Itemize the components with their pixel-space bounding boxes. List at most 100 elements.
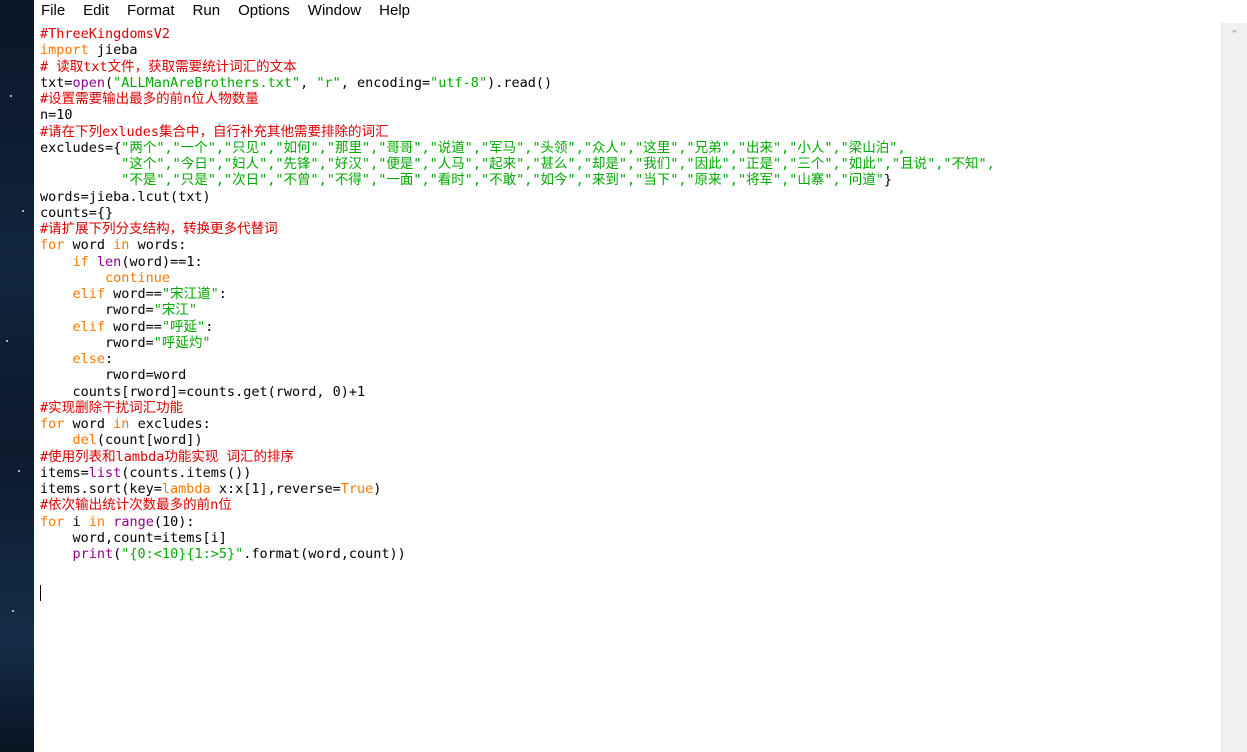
code-token: #ThreeKingdomsV2	[40, 26, 171, 42]
code-token: in	[113, 237, 130, 254]
menu-help[interactable]: Help	[370, 0, 419, 22]
code-token: }	[883, 172, 893, 189]
code-line[interactable]: rword="呼延灼"	[40, 335, 995, 351]
code-line[interactable]: import jieba	[40, 42, 995, 58]
code-line[interactable]: #请在下列exludes集合中，自行补充其他需要排除的词汇	[40, 124, 995, 140]
code-token: ).read()	[487, 74, 553, 91]
code-line[interactable]: else:	[40, 351, 995, 367]
code-line[interactable]: if len(word)==1:	[40, 254, 995, 270]
code-token: rword=	[40, 302, 154, 319]
code-token: "宋江"	[153, 302, 198, 319]
menu-format[interactable]: Format	[118, 0, 184, 22]
code-line[interactable]: counts={}	[40, 205, 995, 221]
code-token: range	[113, 513, 154, 530]
code-line[interactable]: #请扩展下列分支结构，转换更多代替词	[40, 221, 995, 237]
code-line[interactable]: n=10	[40, 107, 995, 123]
code-token: #依次输出统计次数最多的前n位	[40, 497, 232, 514]
code-token: "utf-8"	[430, 74, 488, 91]
code-line[interactable]: items.sort(key=lambda x:x[1],reverse=Tru…	[40, 481, 995, 497]
code-token: "呼延灼"	[153, 334, 211, 351]
code-token: "两个","一个","只见","如何","那里","哥哥","说道","军马",…	[121, 139, 906, 156]
code-token: #请扩展下列分支结构，转换更多代替词	[40, 221, 278, 237]
code-token: lambda	[161, 481, 211, 497]
code-token: excludes={	[40, 139, 122, 156]
code-line[interactable]: del(count[word])	[40, 432, 995, 448]
code-text-area[interactable]: #ThreeKingdomsV2 import jieba # 读取txt文件，获取…	[40, 26, 995, 562]
code-token: (counts.items())	[121, 464, 252, 481]
code-line[interactable]: for word in excludes:	[40, 416, 995, 432]
code-token: "r"	[316, 74, 341, 91]
code-token: else	[72, 351, 106, 367]
code-line[interactable]: # 读取txt文件，获取需要统计词汇的文本	[40, 59, 995, 75]
code-token: , encoding=	[340, 74, 431, 91]
desktop-background	[0, 0, 34, 752]
code-line[interactable]: for word in words:	[40, 237, 995, 253]
menu-file[interactable]: File	[34, 0, 74, 22]
code-token: del	[72, 432, 97, 449]
code-token: (	[105, 74, 114, 91]
code-token: word	[64, 237, 114, 254]
code-line[interactable]: #ThreeKingdomsV2	[40, 26, 995, 42]
code-line[interactable]: #设置需要输出最多的前n位人物数量	[40, 91, 995, 107]
code-line[interactable]: rword="宋江"	[40, 302, 995, 318]
code-token: words:	[129, 237, 187, 254]
code-token: :	[105, 351, 114, 367]
menu-bar: File Edit Format Run Options Window Help	[34, 0, 1247, 22]
code-token: list	[88, 464, 122, 481]
vertical-scrollbar[interactable]: ⌃	[1221, 23, 1247, 752]
star-decoration	[12, 610, 14, 612]
code-token: :	[205, 318, 214, 335]
code-line[interactable]: print("{0:<10}{1:>5}".format(word,count)…	[40, 546, 995, 562]
code-token: ,	[300, 74, 317, 91]
menu-edit[interactable]: Edit	[74, 0, 118, 22]
code-line[interactable]: "不是","只是","次日","不曾","不得","一面","看时","不敢",…	[40, 172, 995, 188]
code-token: word	[64, 416, 114, 432]
code-line[interactable]: items=list(counts.items())	[40, 465, 995, 481]
code-token: #请在下列exludes集合中，自行补充其他需要排除的词汇	[40, 123, 389, 140]
code-line[interactable]: #实现删除干扰词汇功能	[40, 400, 995, 416]
code-token: "呼延"	[161, 318, 206, 335]
code-token: #使用列表和lambda功能实现 词汇的排序	[40, 448, 295, 465]
code-line[interactable]: counts[rword]=counts.get(rword, 0)+1	[40, 384, 995, 400]
code-token: True	[340, 481, 374, 497]
code-line[interactable]: rword=word	[40, 367, 995, 383]
code-token: )	[373, 481, 382, 497]
code-line[interactable]: word,count=items[i]	[40, 530, 995, 546]
code-line[interactable]: txt=open("ALLManAreBrothers.txt", "r", e…	[40, 75, 995, 91]
code-token: n=10	[40, 107, 73, 124]
code-token: .format(word,count))	[243, 546, 406, 562]
code-line[interactable]: excludes={"两个","一个","只见","如何","那里","哥哥",…	[40, 140, 995, 156]
code-token: "不是","只是","次日","不曾","不得","一面","看时","不敢",…	[40, 172, 884, 189]
code-line[interactable]: elif word=="宋江道":	[40, 286, 995, 302]
code-token: open	[72, 74, 106, 91]
code-token: (count[word])	[96, 432, 203, 449]
code-line[interactable]: for i in range(10):	[40, 514, 995, 530]
menu-run[interactable]: Run	[184, 0, 230, 22]
code-token: counts[rword]=counts.get(rword, 0)+1	[40, 383, 366, 400]
code-token: excludes:	[129, 416, 211, 432]
code-line[interactable]: "这个","今日","妇人","先锋","好汉","便是","人马","起来",…	[40, 156, 995, 172]
code-token: for	[40, 513, 65, 530]
menu-window[interactable]: Window	[299, 0, 370, 22]
menu-options[interactable]: Options	[229, 0, 299, 22]
star-decoration	[18, 470, 20, 472]
code-token: "这个","今日","妇人","先锋","好汉","便是","人马","起来",…	[40, 156, 995, 172]
code-token: in	[88, 513, 106, 530]
code-line[interactable]: elif word=="呼延":	[40, 319, 995, 335]
star-decoration	[10, 95, 12, 97]
code-line[interactable]: continue	[40, 270, 995, 286]
code-token: for	[40, 237, 65, 254]
code-token: "ALLManAreBrothers.txt"	[113, 74, 301, 91]
code-line[interactable]: #使用列表和lambda功能实现 词汇的排序	[40, 449, 995, 465]
code-editor[interactable]: #ThreeKingdomsV2 import jieba # 读取txt文件，获取…	[34, 23, 1222, 752]
chevron-up-icon[interactable]: ⌃	[1222, 23, 1247, 45]
code-line[interactable]: words=jieba.lcut(txt)	[40, 189, 995, 205]
code-line[interactable]: #依次输出统计次数最多的前n位	[40, 497, 995, 513]
code-token: # 读取txt文件，获取需要统计词汇的文本	[40, 58, 297, 75]
star-decoration	[22, 210, 24, 212]
